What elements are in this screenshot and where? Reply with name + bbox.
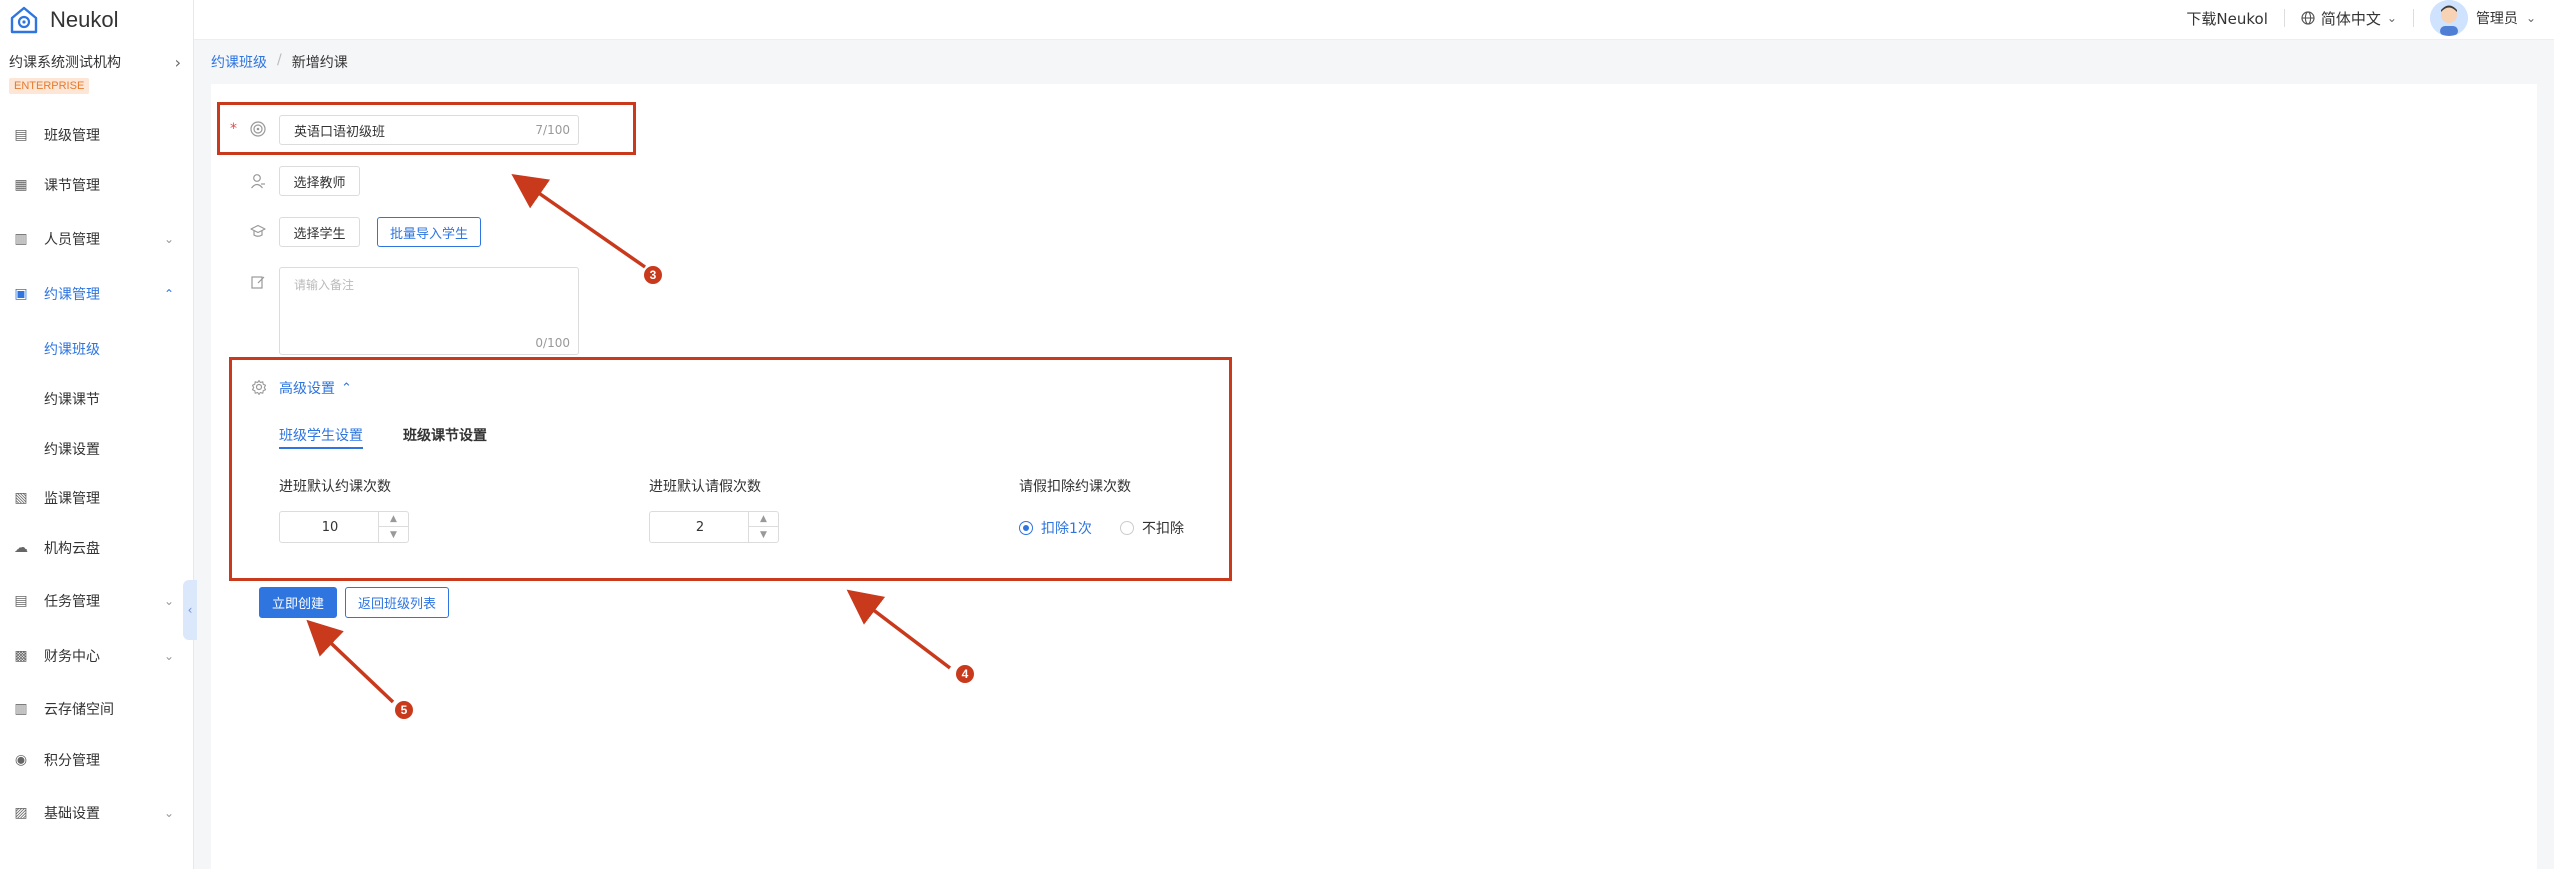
people-icon: ▥ xyxy=(14,231,28,247)
neukol-logo-icon xyxy=(10,6,38,34)
lesson-icon: ▦ xyxy=(14,177,28,193)
chevron-down-icon: ⌄ xyxy=(163,594,174,608)
teacher-icon xyxy=(249,172,267,190)
org-name: 约课系统测试机构 xyxy=(9,55,121,71)
language-label: 简体中文 xyxy=(2320,9,2381,28)
annotation-highlight-3 xyxy=(217,102,636,155)
language-switcher[interactable]: 简体中文 ⌄ xyxy=(2301,8,2397,29)
app-window: Neukol 约课系统测试机构 › ENTERPRISE ▤ 班级管理 ▦ 课节… xyxy=(0,0,2554,869)
user-menu[interactable]: 管理员 ⌄ xyxy=(2429,0,2536,36)
chevron-down-icon: ⌄ xyxy=(2386,11,2397,25)
chevron-up-icon: ⌃ xyxy=(163,287,174,301)
cloud-icon: ☁ xyxy=(14,540,28,556)
chevron-down-icon: ⌄ xyxy=(163,649,174,663)
remark-placeholder: 请输入备注 xyxy=(294,278,355,292)
divider xyxy=(2283,9,2285,27)
sidebar-item-storage[interactable]: ▥ 云存储空间 xyxy=(0,692,194,726)
select-student-button[interactable]: 选择学生 xyxy=(279,217,360,247)
sidebar-item-settings[interactable]: ▨ 基础设置 ⌄ xyxy=(0,796,194,830)
settings-icon: ▨ xyxy=(14,805,28,821)
sidebar-item-booking[interactable]: ▣ 约课管理 ⌃ xyxy=(0,277,194,311)
select-teacher-button[interactable]: 选择教师 xyxy=(279,166,360,196)
chevron-left-icon: ‹ xyxy=(187,603,193,617)
sidebar-item-monitor[interactable]: ▧ 监课管理 xyxy=(0,481,194,515)
class-icon: ▤ xyxy=(14,127,28,143)
sidebar-item-label: 任务管理 xyxy=(44,594,100,610)
graduation-cap-icon xyxy=(249,222,267,240)
breadcrumb-current: 新增约课 xyxy=(291,55,348,71)
sidebar-item-label: 课节管理 xyxy=(44,178,100,194)
breadcrumb: 约课班级 / 新增约课 xyxy=(211,52,348,72)
sidebar-item-label: 积分管理 xyxy=(44,753,100,769)
remark-counter: 0/100 xyxy=(535,336,570,350)
sidebar-item-label: 约课管理 xyxy=(44,287,100,303)
chevron-right-icon: › xyxy=(174,52,181,72)
chevron-down-icon: ⌄ xyxy=(163,232,174,246)
sidebar-item-cloud[interactable]: ☁ 机构云盘 xyxy=(0,531,194,565)
sidebar-item-class[interactable]: ▤ 班级管理 xyxy=(0,118,194,152)
sidebar-item-label: 云存储空间 xyxy=(44,702,114,718)
header-actions: 下载Neukol 简体中文 ⌄ 管理员 ⌄ xyxy=(2186,0,2536,36)
avatar-illustration-icon xyxy=(2429,0,2468,36)
sidebar-item-label: 监课管理 xyxy=(44,491,100,507)
monitor-icon: ▧ xyxy=(14,490,28,506)
remark-textarea[interactable]: 请输入备注 0/100 xyxy=(279,267,579,355)
download-link[interactable]: 下载Neukol xyxy=(2186,8,2267,29)
chevron-down-icon: ⌄ xyxy=(2525,11,2536,25)
divider xyxy=(2412,9,2414,27)
sidebar-item-finance[interactable]: ▩ 财务中心 ⌄ xyxy=(0,639,194,673)
annotation-number-3: 3 xyxy=(644,266,662,284)
top-header: 下载Neukol 简体中文 ⌄ 管理员 ⌄ xyxy=(194,0,2554,40)
sidebar-item-label: 基础设置 xyxy=(44,806,100,822)
sidebar-subitem-booking-settings[interactable]: 约课设置 xyxy=(44,439,100,459)
task-icon: ▤ xyxy=(14,593,28,609)
globe-icon xyxy=(2301,11,2315,25)
sidebar-item-label: 班级管理 xyxy=(44,128,100,144)
sidebar-item-label: 财务中心 xyxy=(44,649,100,665)
annotation-number-5: 5 xyxy=(395,701,413,719)
finance-icon: ▩ xyxy=(14,648,28,664)
sidebar-item-label: 机构云盘 xyxy=(44,541,100,557)
user-name: 管理员 xyxy=(2475,11,2518,27)
logo[interactable]: Neukol xyxy=(8,2,118,38)
sidebar-item-label: 人员管理 xyxy=(44,232,100,248)
back-to-class-list-button[interactable]: 返回班级列表 xyxy=(345,587,449,618)
sidebar-item-lesson[interactable]: ▦ 课节管理 xyxy=(0,168,194,202)
storage-icon: ▥ xyxy=(14,701,28,717)
batch-import-students-button[interactable]: 批量导入学生 xyxy=(377,217,481,247)
sidebar-subitem-booking-lesson[interactable]: 约课课节 xyxy=(44,389,100,409)
sidebar-item-task[interactable]: ▤ 任务管理 ⌄ xyxy=(0,584,194,618)
chevron-down-icon: ⌄ xyxy=(163,806,174,820)
edit-icon xyxy=(249,273,267,291)
breadcrumb-separator: / xyxy=(277,52,282,68)
avatar xyxy=(2429,0,2468,36)
create-button[interactable]: 立即创建 xyxy=(259,587,337,618)
sidebar-item-people[interactable]: ▥ 人员管理 ⌄ xyxy=(0,222,194,256)
annotation-number-4: 4 xyxy=(956,665,974,683)
sidebar-subitem-booking-class[interactable]: 约课班级 xyxy=(44,339,100,359)
sidebar-item-points[interactable]: ◉ 积分管理 xyxy=(0,743,194,777)
org-switcher[interactable]: 约课系统测试机构 › xyxy=(9,52,181,72)
org-badge: ENTERPRISE xyxy=(9,78,90,94)
sidebar-collapse-button[interactable]: ‹ xyxy=(183,580,197,640)
booking-icon: ▣ xyxy=(14,286,28,302)
points-icon: ◉ xyxy=(14,752,28,768)
sidebar: Neukol 约课系统测试机构 › ENTERPRISE ▤ 班级管理 ▦ 课节… xyxy=(0,0,197,869)
annotation-highlight-4 xyxy=(229,357,1232,581)
app-name: Neukol xyxy=(50,7,119,32)
breadcrumb-parent-link[interactable]: 约课班级 xyxy=(211,52,267,72)
